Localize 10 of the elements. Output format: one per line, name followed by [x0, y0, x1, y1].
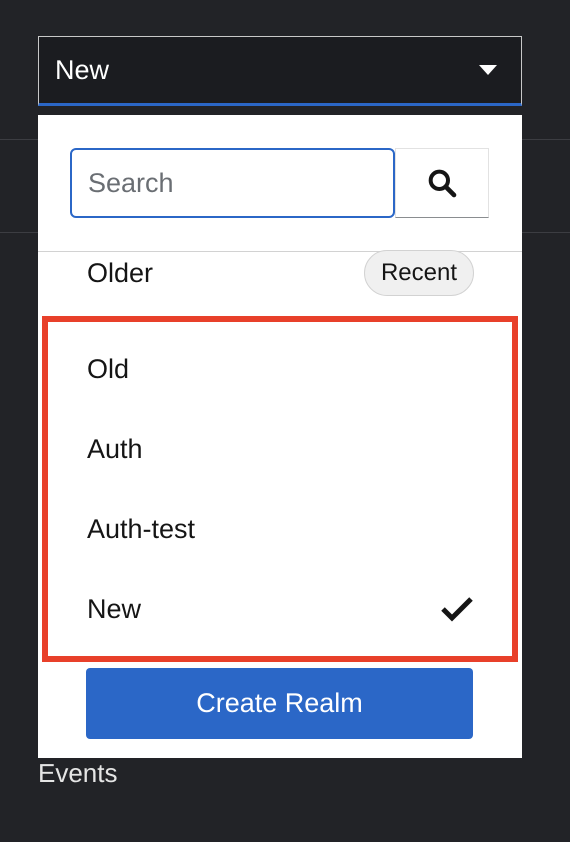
create-realm-button[interactable]: Create Realm: [86, 668, 473, 739]
search-field[interactable]: Search: [70, 148, 395, 218]
caret-icon: [479, 65, 497, 75]
recent-realm-item[interactable]: Older Recent: [38, 251, 522, 295]
search-icon: [426, 167, 458, 199]
recent-badge: Recent: [364, 250, 474, 296]
realm-name: Older: [87, 256, 154, 290]
nav-item[interactable]: Events: [38, 758, 118, 788]
search-button[interactable]: [395, 148, 489, 218]
realm-dropdown[interactable]: New: [38, 36, 522, 106]
